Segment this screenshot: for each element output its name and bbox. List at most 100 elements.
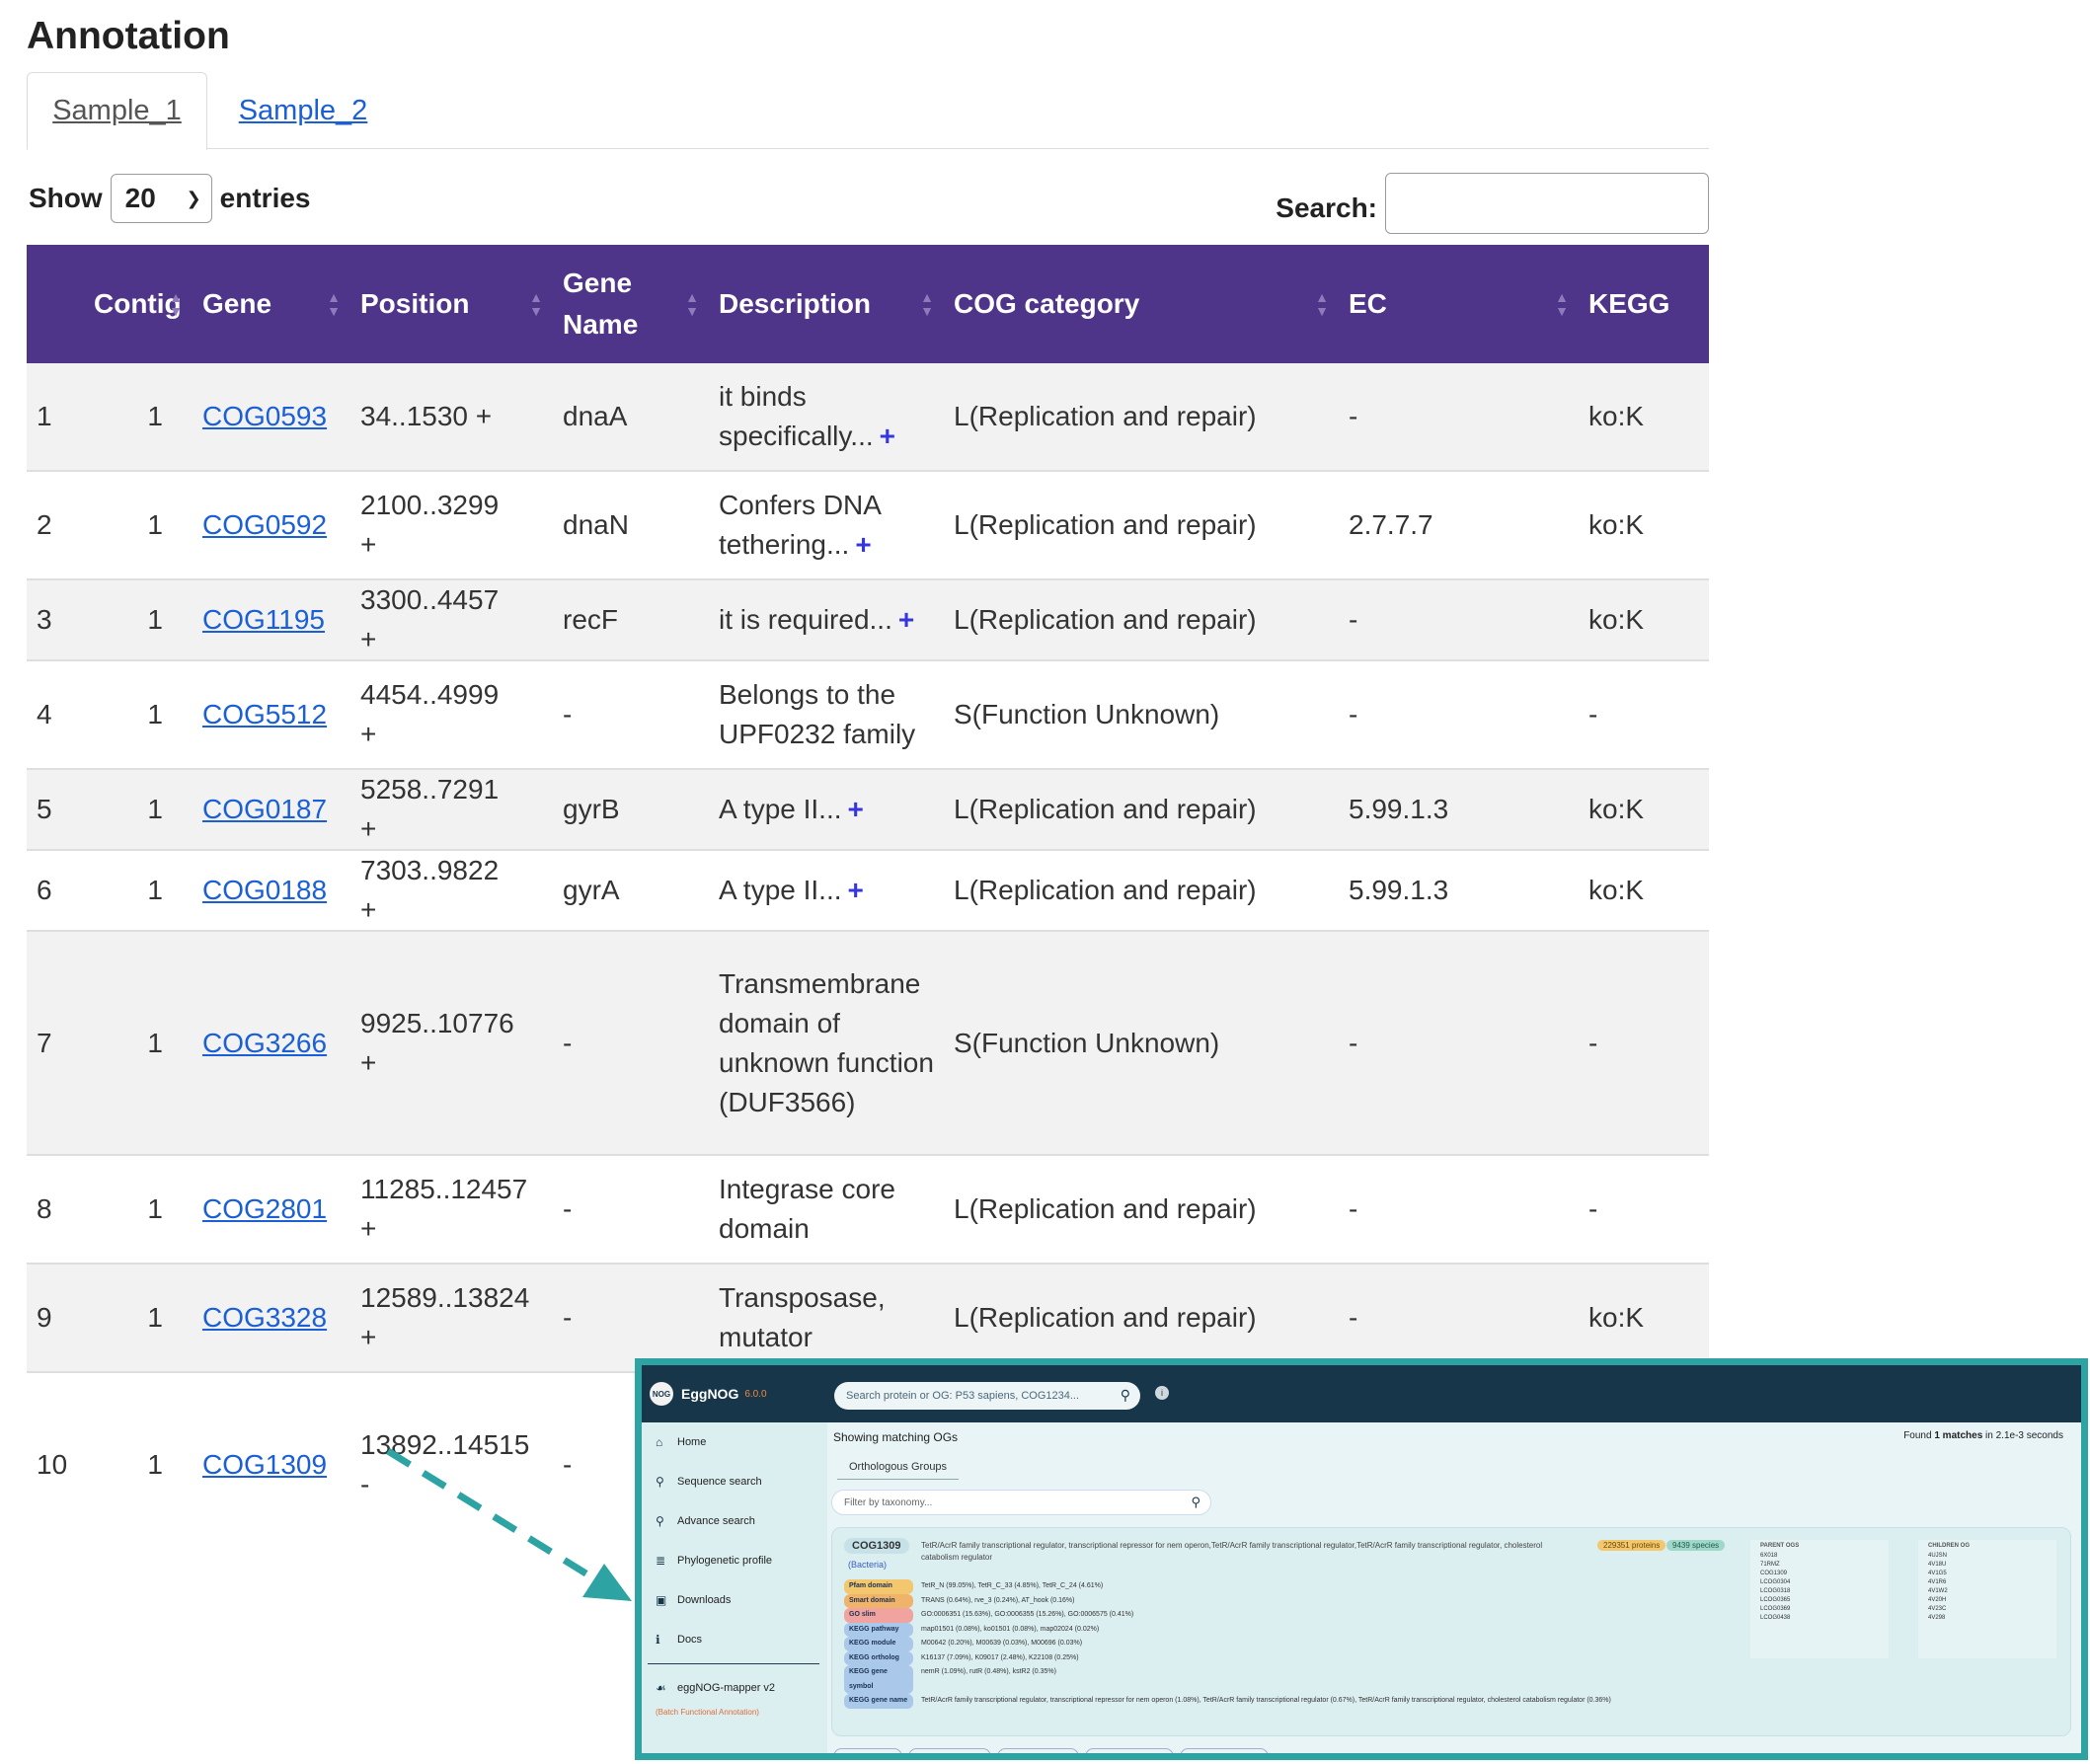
col-header-gene-name[interactable]: Gene Name ▲ ▼ [553,245,709,363]
cell-cog-category: S(Function Unknown) [944,931,1339,1156]
cell-ec: 2.7.7.7 [1339,471,1579,580]
og-list-item[interactable]: LCOG0365 [1760,1596,1879,1605]
col-header-contig[interactable]: Contig ▲ ▼ [84,245,193,363]
og-action-buttons: OG members Taxonomic profile Functional pr… [833,1748,1270,1753]
eggnog-brand[interactable]: EggNOG [681,1386,738,1402]
og-button-duplications-profile[interactable]: Duplications profile [1085,1748,1174,1753]
tab-sample-1[interactable]: Sample_1 [27,72,207,150]
og-button-functional-profile[interactable]: Functional profile [997,1748,1080,1753]
og-list-item[interactable]: 6X018 [1760,1552,1879,1561]
og-list-item[interactable]: COG1309 [1760,1570,1879,1578]
og-list-item[interactable]: LCOG0318 [1760,1587,1879,1596]
og-taxon: (Bacteria) [848,1560,888,1570]
entries-select[interactable]: 20 ❯ [110,174,212,223]
cell-description: it binds specifically... + [709,363,944,472]
callout-arrow-head [582,1564,632,1601]
col-header-description[interactable]: Description ▲ ▼ [709,245,944,363]
annotation-tag[interactable]: Smart domain [844,1593,913,1608]
sidebar-item-home[interactable]: ⌂ Home [642,1422,819,1462]
col-header-gene[interactable]: Gene ▲ ▼ [193,245,350,363]
annotation-tag[interactable]: Pfam domain [844,1579,913,1594]
cell-description: A type II... + [709,850,944,932]
og-list-item[interactable]: 4V23C [1928,1605,2047,1614]
sidebar-item-docs[interactable]: ℹ Docs [642,1620,819,1659]
expand-description-icon[interactable]: + [855,529,871,560]
og-id[interactable]: COG1309 [844,1538,909,1554]
sidebar-item-advance-search[interactable]: ⚲ Advance search [642,1501,819,1541]
cell-gene-name: gyrA [553,850,709,932]
col-header-position[interactable]: Position ▲ ▼ [350,245,553,363]
og-list-item[interactable]: LCOG0369 [1760,1605,1879,1614]
gene-link[interactable]: COG3266 [202,1028,327,1058]
cell-description: Transmembrane domain of unknown function… [709,931,944,1156]
search-icon[interactable]: ⚲ [1121,1387,1130,1404]
search-icon: ⚲ [656,1514,664,1528]
og-button-og-members[interactable]: OG members [833,1748,903,1753]
sidebar-item-phylogenetic-profile[interactable]: ≣ Phylogenetic profile [642,1541,819,1580]
cell-index: 2 [27,471,84,580]
og-button-tree-and-alignment[interactable]: Tree and alignment [1179,1748,1270,1753]
tab-orthologous-groups[interactable]: Orthologous Groups [837,1454,960,1480]
og-list-item[interactable]: 4V1G5 [1928,1570,2047,1578]
col-header-kegg[interactable]: KEGG [1579,245,1709,363]
search-icon[interactable]: ⚲ [1191,1495,1200,1510]
gene-link[interactable]: COG5512 [202,699,327,729]
gene-link[interactable]: COG1195 [202,604,325,635]
cell-position: 12589..13824 + [350,1264,553,1373]
annotation-table: Contig ▲ ▼ Gene ▲ ▼ Position ▲ ▼ Gene Name ▲ ▼ D… [27,245,1709,1528]
annotation-tag[interactable]: GO slim [844,1608,913,1623]
annotation-tag[interactable]: KEGG module [844,1637,913,1651]
gene-link[interactable]: COG0592 [202,509,327,540]
taxonomy-filter-input[interactable]: Filter by taxonomy... ⚲ [831,1490,1211,1515]
cell-kegg: ko:K [1579,579,1709,661]
col-header-index[interactable] [27,245,84,363]
og-list-item[interactable]: 4V298 [1928,1614,2047,1623]
og-list-item[interactable]: 4V20H [1928,1596,2047,1605]
annotation-tag[interactable]: KEGG ortholog [844,1650,913,1665]
annotation-tag[interactable]: KEGG gene symbol [844,1665,913,1694]
sidebar-item-label: eggNOG-mapper v2 [677,1682,776,1694]
table-header-row: Contig ▲ ▼ Gene ▲ ▼ Position ▲ ▼ Gene Name ▲ ▼ D… [27,245,1709,363]
cell-position: 7303..9822 + [350,850,553,932]
show-label: Show [29,183,103,213]
annotation-tag[interactable]: KEGG gene name [844,1694,913,1709]
og-list-item[interactable]: 4UJSN [1928,1552,2047,1561]
og-list-item[interactable]: LCOG0304 [1760,1578,1879,1587]
gene-link[interactable]: COG0187 [202,794,327,824]
sidebar-item-sequence-search[interactable]: ⚲ Sequence search [642,1462,819,1501]
expand-description-icon[interactable]: + [848,875,864,905]
og-list-item[interactable]: 4V1R6 [1928,1578,2047,1587]
sidebar-item-downloads[interactable]: ▣ Downloads [642,1580,819,1620]
search-input[interactable] [1385,173,1709,234]
gene-link[interactable]: COG0593 [202,401,327,431]
sidebar-item-mapper[interactable]: ☙ eggNOG-mapper v2 [642,1668,819,1708]
cell-gene-name: - [553,931,709,1156]
cell-kegg: - [1579,660,1709,770]
annotation-row: KEGG module M00642 (0.20%), M00639 (0.03%… [844,1637,1611,1651]
tab-sample-2[interactable]: Sample_2 [224,72,382,150]
cell-gene: COG0187 [193,769,350,851]
annotation-value: GO:0006351 (15.63%), GO:0006355 (15.26%)… [921,1611,1134,1618]
gene-link[interactable]: COG2801 [202,1193,327,1224]
info-icon[interactable]: i [1155,1386,1169,1400]
cell-index: 6 [27,850,84,932]
og-list-item[interactable]: LCOG0438 [1760,1614,1879,1623]
gene-link[interactable]: COG0188 [202,875,327,905]
gene-link[interactable]: COG3328 [202,1302,327,1333]
og-button-taxonomic-profile[interactable]: Taxonomic profile [908,1748,992,1753]
col-header-ec[interactable]: EC ▲ ▼ [1339,245,1579,363]
expand-description-icon[interactable]: + [880,421,895,451]
og-list-item[interactable]: 4V1W2 [1928,1587,2047,1596]
expand-description-icon[interactable]: + [848,794,864,824]
cell-contig: 1 [84,931,193,1156]
gene-link[interactable]: COG1309 [202,1449,327,1480]
annotation-tag[interactable]: KEGG pathway [844,1622,913,1637]
og-list-item[interactable]: 4V18U [1928,1561,2047,1570]
og-list-item[interactable]: 71RMZ [1760,1561,1879,1570]
expand-description-icon[interactable]: + [898,604,914,635]
sidebar-divider [648,1663,819,1664]
cell-description: Transposase, mutator [709,1264,944,1373]
col-header-cog-category[interactable]: COG category ▲ ▼ [944,245,1339,363]
eggnog-search-input[interactable]: Search protein or OG: P53 sapiens, COG12… [834,1382,1140,1410]
cell-ec: - [1339,931,1579,1156]
